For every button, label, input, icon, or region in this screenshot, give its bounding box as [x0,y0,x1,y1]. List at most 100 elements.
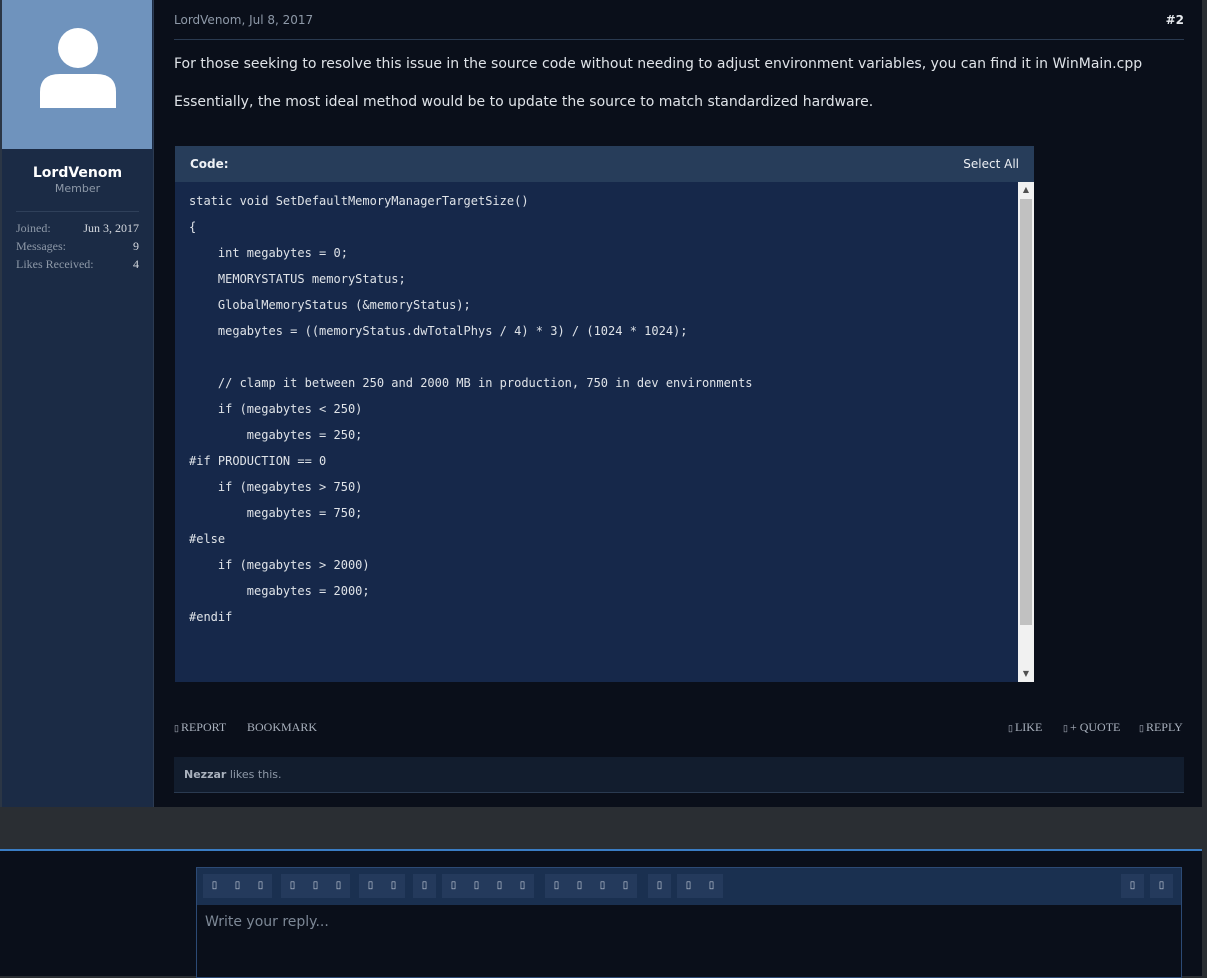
report-button[interactable]: ▯ REPORT [174,720,226,735]
stat-value[interactable]: 9 [133,237,139,255]
font-family-icon[interactable]: ▯ [304,874,327,898]
code-line: { [189,220,197,234]
code-line: #endif [189,610,233,624]
remove-format-icon[interactable]: ▯ [1121,874,1144,898]
likes-text: likes this. [226,768,282,781]
quote-label: + QUOTE [1069,720,1121,734]
username[interactable]: LordVenom [2,165,153,181]
bold-icon[interactable]: ▯ [203,874,226,898]
toggle-bbcode-icon[interactable]: ▯ [1150,874,1173,898]
stat-joined: Joined: Jun 3, 2017 [16,219,139,237]
toolbar-group: ▯ ▯ ▯ ▯ [545,874,637,898]
code-line: megabytes = ((memoryStatus.dwTotalPhys /… [189,324,688,338]
post-actions: ▯ REPORT BOOKMARK ▯ LIKE ▯ + QUOTE ▯ REPLY [174,720,1184,740]
flag-icon: ▯ [174,723,179,733]
user-title: Member [54,182,101,195]
bookmark-label: BOOKMARK [247,720,318,734]
list-bulleted-icon[interactable]: ▯ [545,874,568,898]
image-icon[interactable]: ▯ [413,874,436,898]
stat-label: Joined: [16,221,51,235]
post: LordVenom Member Joined: Jun 3, 2017 Mes… [0,0,1202,807]
code-line: GlobalMemoryStatus (&memoryStatus); [189,298,471,312]
code-line: if (megabytes > 2000) [189,558,370,572]
code-line: megabytes = 250; [189,428,363,442]
unlink-icon[interactable]: ▯ [382,874,405,898]
quote-button[interactable]: ▯ + QUOTE [1063,720,1120,735]
toolbar-group: ▯ ▯ [359,874,405,898]
editor-toolbar: ▯ ▯ ▯ ▯ ▯ ▯ ▯ ▯ ▯ ▯ ▯ ▯ ▯ ▯ ▯ ▯ ▯ ▯ ▯ ▯ ▯ ▯ [197,868,1181,905]
reply-icon: ▯ [1139,723,1144,733]
code-line: int megabytes = 0; [189,246,348,260]
redo-icon[interactable]: ▯ [700,874,723,898]
toolbar-group: ▯ ▯ [677,874,723,898]
quote-icon: ▯ [1063,723,1068,733]
user-stats: Joined: Jun 3, 2017 Messages: 9 Likes Re… [16,211,139,273]
align-icon[interactable]: ▯ [648,874,671,898]
code-line: if (megabytes > 750) [189,480,363,494]
stat-value: Jun 3, 2017 [83,221,139,235]
underline-icon[interactable]: ▯ [249,874,272,898]
thumbs-up-icon: ▯ [1008,723,1013,733]
likes-summary: Nezzar likes this. [174,757,1184,793]
toolbar-group: ▯ ▯ ▯ [203,874,272,898]
post-permalink[interactable]: #2 [1166,13,1184,27]
message-paragraph: For those seeking to resolve this issue … [174,56,1143,72]
reply-button[interactable]: ▯ REPLY [1139,720,1183,735]
code-line: MEMORYSTATUS memoryStatus; [189,272,406,286]
quote-tool-icon[interactable]: ▯ [488,874,511,898]
list-numbered-icon[interactable]: ▯ [568,874,591,898]
code-scrollbar[interactable]: ▲ ▼ [1018,182,1034,682]
code-line: // clamp it between 250 and 2000 MB in p… [189,376,753,390]
code-body[interactable]: static void SetDefaultMemoryManagerTarge… [175,182,1018,682]
stat-messages: Messages: 9 [16,237,139,255]
stat-label: Likes Received: [16,257,94,271]
scrollbar-thumb[interactable] [1020,199,1032,625]
toolbar-group: ▯ [1150,874,1173,898]
like-button[interactable]: ▯ LIKE [1008,720,1042,735]
code-label: Code: [190,157,229,171]
code-line: megabytes = 2000; [189,584,370,598]
indent-icon[interactable]: ▯ [591,874,614,898]
outdent-icon[interactable]: ▯ [614,874,637,898]
code-icon[interactable]: ▯ [511,874,534,898]
font-color-icon[interactable]: ▯ [281,874,304,898]
stat-label: Messages: [16,239,66,253]
scroll-up-arrow-icon[interactable]: ▲ [1018,182,1034,198]
toolbar-group: ▯ [413,874,436,898]
post-content: LordVenom, Jul 8, 2017 #2 For those seek… [174,0,1184,793]
avatar[interactable] [2,0,152,149]
bookmark-button[interactable]: BOOKMARK [247,720,317,735]
reply-input[interactable]: Write your reply... [197,905,1181,939]
code-header: Code: Select All [175,146,1034,182]
toolbar-group: ▯ ▯ ▯ [281,874,350,898]
like-label: LIKE [1014,720,1043,734]
toolbar-group: ▯ [648,874,671,898]
font-size-icon[interactable]: ▯ [327,874,350,898]
code-block: Code: Select All static void SetDefaultM… [175,146,1034,682]
post-header: LordVenom, Jul 8, 2017 #2 [174,0,1184,40]
undo-icon[interactable]: ▯ [677,874,700,898]
quick-reply: ▯ ▯ ▯ ▯ ▯ ▯ ▯ ▯ ▯ ▯ ▯ ▯ ▯ ▯ ▯ ▯ ▯ ▯ ▯ ▯ ▯ ▯ Write your reply.… [0,849,1202,978]
reply-label: REPLY [1145,720,1183,734]
code-line: #if PRODUCTION == 0 [189,454,327,468]
liker-name[interactable]: Nezzar [184,768,226,781]
message-paragraph: Essentially, the most ideal method would… [174,94,874,110]
user-cell: LordVenom Member Joined: Jun 3, 2017 Mes… [2,0,154,807]
stat-value: 4 [133,257,139,271]
media-icon[interactable]: ▯ [442,874,465,898]
user-silhouette-icon [40,28,116,108]
scroll-down-arrow-icon[interactable]: ▼ [1018,666,1034,682]
link-icon[interactable]: ▯ [359,874,382,898]
smilie-icon[interactable]: ▯ [465,874,488,898]
reply-editor: ▯ ▯ ▯ ▯ ▯ ▯ ▯ ▯ ▯ ▯ ▯ ▯ ▯ ▯ ▯ ▯ ▯ ▯ ▯ ▯ ▯ ▯ Write your reply.… [196,867,1182,978]
select-all-button[interactable]: Select All [963,157,1019,171]
code-line: megabytes = 750; [189,506,363,520]
italic-icon[interactable]: ▯ [226,874,249,898]
toolbar-group: ▯ ▯ ▯ ▯ [442,874,534,898]
post-message: For those seeking to resolve this issue … [174,54,1184,112]
code-line: static void SetDefaultMemoryManagerTarge… [189,194,529,208]
stat-likes-received: Likes Received: 4 [16,255,139,273]
toolbar-group: ▯ [1121,874,1144,898]
post-author-date[interactable]: LordVenom, Jul 8, 2017 [174,13,313,27]
